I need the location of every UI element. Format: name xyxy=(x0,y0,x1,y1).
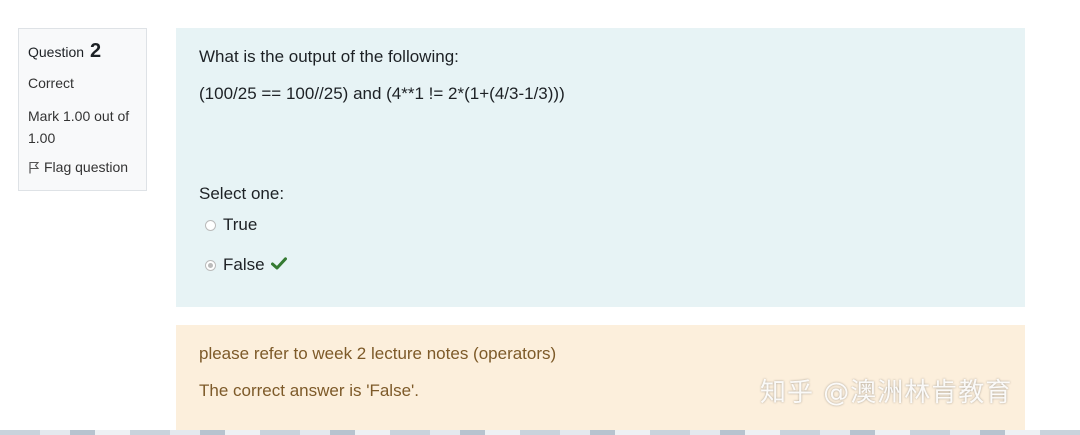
question-code: (100/25 == 100//25) and (4**1 != 2*(1+(4… xyxy=(199,84,565,103)
question-formulation: What is the output of the following: (10… xyxy=(176,28,1025,307)
question-info-panel: Question 2 Correct Mark 1.00 out of 1.00… xyxy=(18,28,147,191)
question-number: Question 2 xyxy=(28,41,146,61)
general-feedback: please refer to week 2 lecture notes (op… xyxy=(199,344,557,363)
flag-icon xyxy=(28,161,40,174)
answer-label-false: False xyxy=(223,255,265,274)
answer-options: True False xyxy=(199,213,1025,277)
checkmark-icon xyxy=(270,255,287,275)
radio-false[interactable] xyxy=(205,259,216,271)
answer-option-false[interactable]: False xyxy=(205,253,1025,277)
radio-true[interactable] xyxy=(205,219,216,231)
question-grade: Mark 1.00 out of 1.00 xyxy=(28,108,130,146)
flag-question-label: Flag question xyxy=(44,159,129,175)
answer-label-true: True xyxy=(223,215,258,234)
question-number-value: 2 xyxy=(89,40,102,62)
select-one-prompt: Select one: xyxy=(199,184,285,203)
question-text: What is the output of the following: xyxy=(199,47,459,66)
zhihu-watermark: 知乎 @澳洲林肯教育 xyxy=(760,378,1013,408)
question-label: Question xyxy=(28,44,85,60)
answer-option-true[interactable]: True xyxy=(205,213,1025,237)
bottom-image-strip xyxy=(0,430,1080,435)
flag-question-link[interactable]: Flag question xyxy=(28,159,146,175)
question-state: Correct xyxy=(28,75,74,91)
